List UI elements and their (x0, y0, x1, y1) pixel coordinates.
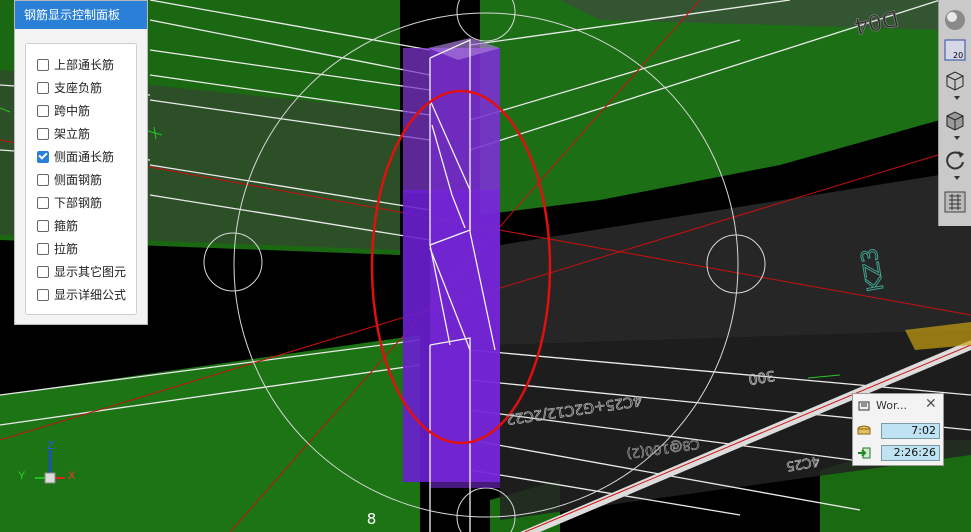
solid-box-icon[interactable] (943, 108, 967, 132)
timer-value-2: 2:26:26 (881, 445, 940, 461)
timer-app-icon (858, 401, 870, 411)
wireframe-dropdown-icon[interactable] (954, 96, 960, 100)
work-timer-title: Wor... (876, 399, 907, 412)
rebar-option-8[interactable]: 拉筋 (26, 237, 136, 260)
close-icon[interactable]: ✕ (925, 396, 937, 412)
zoom-value: 20 (953, 51, 963, 60)
checkbox[interactable] (37, 219, 49, 232)
wireframe-box-icon[interactable] (943, 68, 967, 92)
rebar-option-5[interactable]: 侧面钢筋 (26, 168, 136, 191)
option-label: 侧面通长筋 (54, 150, 115, 164)
checkbox[interactable] (37, 127, 49, 140)
top-view-icon[interactable]: 20 (943, 38, 967, 62)
coin-stack-icon (857, 425, 871, 435)
axis-x-label: X (68, 470, 76, 482)
checkbox[interactable] (37, 81, 49, 94)
option-label: 上部通长筋 (54, 58, 115, 72)
option-label: 显示其它图元 (54, 265, 127, 279)
panel-title: 钢筋显示控制面板 (15, 1, 147, 29)
checkbox[interactable] (37, 58, 49, 71)
rebar-option-10[interactable]: 显示详细公式 (26, 283, 136, 306)
rebar-option-1[interactable]: 支座负筋 (26, 76, 136, 99)
checkbox[interactable] (37, 173, 49, 186)
rebar-option-7[interactable]: 箍筋 (26, 214, 136, 237)
rebar-option-6[interactable]: 下部钢筋 (26, 191, 136, 214)
rotate-icon[interactable] (943, 148, 967, 172)
checkbox[interactable] (37, 104, 49, 117)
timer-value-1: 7:02 (881, 423, 940, 439)
option-label: 显示详细公式 (54, 288, 127, 302)
login-arrow-icon (858, 447, 871, 459)
grid-axis-label: 8 (366, 510, 377, 528)
checkbox[interactable] (37, 196, 49, 209)
rebar-option-list: 上部通长筋支座负筋跨中筋架立筋侧面通长筋侧面钢筋下部钢筋箍筋拉筋显示其它图元 显示… (25, 43, 137, 315)
option-label: 拉筋 (54, 242, 79, 256)
checkbox[interactable] (37, 288, 49, 301)
option-label: 侧面钢筋 (54, 173, 103, 187)
rebar-option-3[interactable]: 架立筋 (26, 122, 136, 145)
axis-y-label: Y (18, 470, 26, 482)
option-label: 架立筋 (54, 127, 91, 141)
view-toolstrip: 20 (938, 0, 971, 226)
solid-dropdown-icon[interactable] (954, 136, 960, 140)
axis-z-label: Z (47, 440, 54, 452)
rotate-dropdown-icon[interactable] (954, 176, 960, 180)
work-timer-widget[interactable]: Wor... ✕ 7:02 2:26:26 (852, 393, 944, 466)
sphere-icon[interactable] (943, 8, 967, 32)
checkbox[interactable] (37, 242, 49, 255)
rebar-option-2[interactable]: 跨中筋 (26, 99, 136, 122)
checkbox[interactable] (37, 265, 49, 278)
dynamic-observe-icon[interactable] (943, 190, 967, 214)
option-label: 下部钢筋 (54, 196, 103, 210)
option-label: 箍筋 (54, 219, 79, 233)
option-label: 跨中筋 (54, 104, 91, 118)
rebar-display-panel: 钢筋显示控制面板 上部通长筋支座负筋跨中筋架立筋侧面通长筋侧面钢筋下部钢筋箍筋拉… (14, 0, 148, 325)
option-label: 支座负筋 (54, 81, 103, 95)
rebar-option-4[interactable]: 侧面通长筋 (26, 145, 136, 168)
checkbox[interactable] (37, 150, 49, 163)
rebar-option-0[interactable]: 上部通长筋 (26, 53, 136, 76)
rebar-option-9[interactable]: 显示其它图元 (26, 260, 136, 283)
